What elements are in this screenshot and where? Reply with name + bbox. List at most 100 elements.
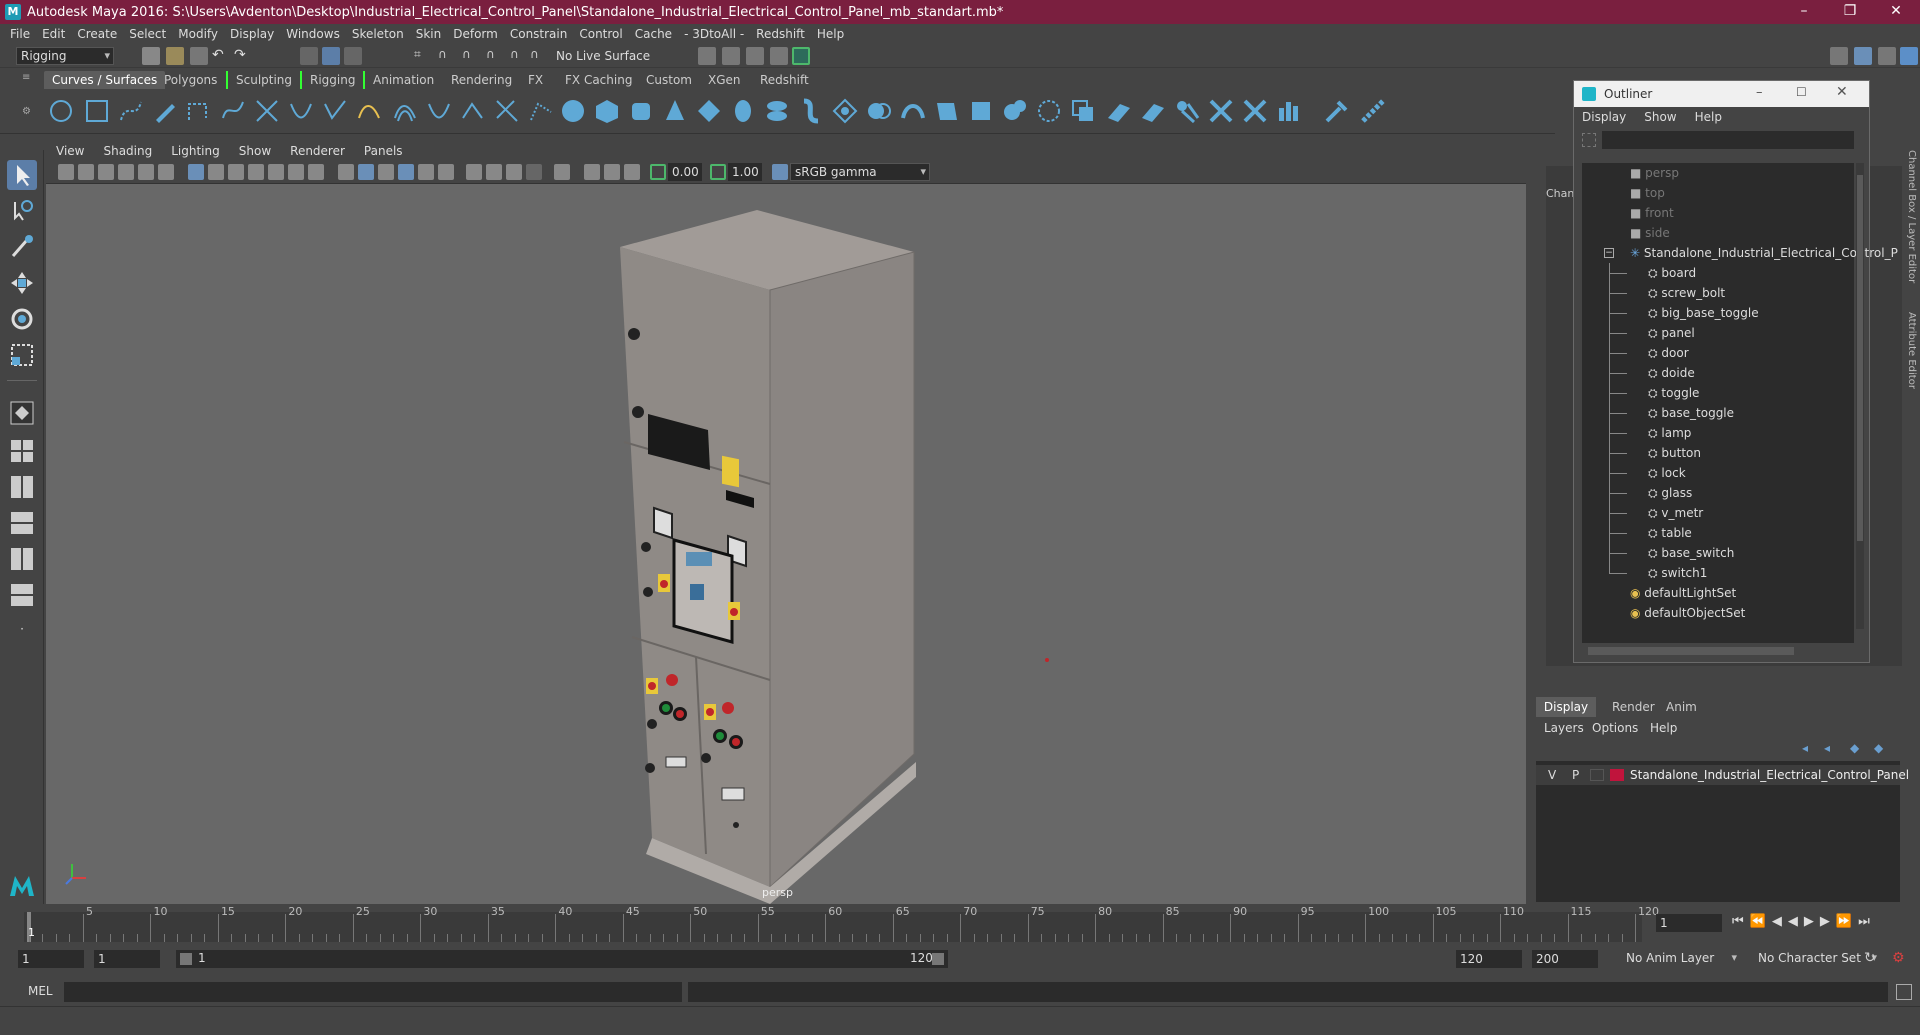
play-backward-icon[interactable]: ◀	[1788, 914, 1804, 929]
scale-tool-icon[interactable]	[7, 340, 37, 370]
animation-start-field[interactable]: 1	[18, 950, 84, 968]
outliner-item-big-base-toggle[interactable]: ⛭ big_base_toggle	[1648, 303, 1759, 323]
menu-edit[interactable]: Edit	[42, 27, 65, 41]
outliner-search-input[interactable]	[1602, 131, 1854, 149]
menu-display[interactable]: Display	[230, 27, 274, 41]
outliner-item-doide[interactable]: ⛭ doide	[1648, 363, 1695, 383]
more-layouts-icon[interactable]: ·	[7, 616, 37, 646]
outliner-item-lamp[interactable]: ⛭ lamp	[1648, 423, 1691, 443]
outliner-item-base-toggle[interactable]: ⛭ base_toggle	[1648, 403, 1734, 423]
camera-attributes-icon[interactable]	[78, 164, 94, 180]
layer-playback-toggle[interactable]: P	[1572, 768, 1579, 782]
smooth-shade-icon[interactable]	[358, 164, 374, 180]
outliner-item-camera[interactable]: ■ side	[1630, 223, 1670, 243]
snap-curve-icon[interactable]: ∩	[438, 47, 456, 65]
outliner-close-icon[interactable]: ✕	[1836, 84, 1848, 100]
outliner-item-button[interactable]: ⛭ button	[1648, 443, 1701, 463]
viewport-perspective[interactable]: persp	[46, 142, 1526, 904]
loft-icon[interactable]	[832, 98, 858, 124]
detach-surfaces-icon[interactable]	[1242, 98, 1268, 124]
playback-start-field[interactable]: 1	[94, 950, 160, 968]
move-layer-up-icon[interactable]: ◂	[1802, 741, 1816, 755]
menu-create[interactable]: Create	[77, 27, 117, 41]
select-component-icon[interactable]	[344, 47, 362, 65]
untrim-icon[interactable]	[1174, 98, 1200, 124]
grease-pencil-icon[interactable]	[158, 164, 174, 180]
hypershade-icon[interactable]	[770, 47, 788, 65]
outliner-maximize-icon[interactable]: ☐	[1796, 85, 1807, 99]
attach-surfaces-icon[interactable]	[1208, 98, 1234, 124]
field-chart-icon[interactable]	[268, 164, 284, 180]
shadows-icon[interactable]	[466, 164, 482, 180]
command-language-label[interactable]: MEL	[28, 984, 53, 998]
bevel-icon[interactable]	[1002, 98, 1028, 124]
safe-action-icon[interactable]	[288, 164, 304, 180]
image-plane-icon[interactable]	[118, 164, 134, 180]
single-perspective-layout-icon[interactable]	[7, 398, 37, 428]
tab-render[interactable]: Render	[1606, 697, 1661, 717]
attribute-editor-toggle-icon[interactable]	[1854, 47, 1872, 65]
nurbs-cylinder-icon[interactable]	[628, 98, 654, 124]
layer-type-toggle[interactable]	[1590, 769, 1604, 781]
insert-knot-icon[interactable]	[322, 98, 348, 124]
attach-curves-icon[interactable]	[254, 98, 280, 124]
nurbs-plane-icon[interactable]	[696, 98, 722, 124]
intersect-surfaces-icon[interactable]	[1106, 98, 1132, 124]
tab-anim[interactable]: Anim	[1660, 697, 1703, 717]
script-editor-icon[interactable]	[1896, 984, 1912, 1000]
tab-rigging[interactable]: Rigging	[300, 71, 366, 89]
outliner-item-door[interactable]: ⛭ door	[1648, 343, 1689, 363]
new-layer-icon[interactable]: ◆	[1850, 741, 1864, 755]
outliner-minimize-icon[interactable]: –	[1756, 85, 1763, 100]
step-back-frame-icon[interactable]: ◀	[1772, 914, 1788, 929]
menu-redshift[interactable]: Redshift	[756, 27, 805, 41]
extend-curve-icon[interactable]	[356, 98, 382, 124]
command-input[interactable]	[64, 982, 682, 1002]
range-start-handle[interactable]	[180, 953, 192, 965]
planar-icon[interactable]	[866, 98, 892, 124]
outliner-item-switch1[interactable]: ⛭ switch1	[1648, 563, 1707, 583]
viewport-menu-shading[interactable]: Shading	[103, 144, 152, 158]
default-material-icon[interactable]	[378, 164, 394, 180]
play-forward-icon[interactable]: ▶	[1804, 914, 1820, 929]
menu-constrain[interactable]: Constrain	[510, 27, 568, 41]
anim-layer-dropdown[interactable]: No Anim Layer	[1622, 950, 1740, 968]
resolution-gate-icon[interactable]	[228, 164, 244, 180]
ep-curve-icon[interactable]	[186, 98, 212, 124]
outliner-item-set[interactable]: ◉ defaultObjectSet	[1630, 603, 1745, 623]
project-curve-icon[interactable]	[1070, 98, 1096, 124]
outliner-item-camera[interactable]: ■ front	[1630, 203, 1674, 223]
snap-grid-icon[interactable]: ⌗	[414, 47, 432, 65]
nurbs-sphere-icon[interactable]	[560, 98, 586, 124]
motion-blur-icon[interactable]	[506, 164, 522, 180]
isolate-select-icon[interactable]	[554, 164, 570, 180]
film-gate-icon[interactable]	[208, 164, 224, 180]
persp-outliner-layout-icon[interactable]	[7, 472, 37, 502]
tab-rendering[interactable]: Rendering	[443, 71, 520, 89]
offset-curve-icon[interactable]	[392, 98, 418, 124]
go-to-end-icon[interactable]: ⏭	[1858, 914, 1876, 929]
viewport-menu-renderer[interactable]: Renderer	[290, 144, 345, 158]
snap-view-icon[interactable]: ∩	[486, 47, 504, 65]
tab-animation[interactable]: Animation	[365, 71, 442, 89]
layer-name[interactable]: Standalone_Industrial_Electrical_Control…	[1630, 768, 1909, 782]
curve-editing-icon[interactable]	[494, 98, 520, 124]
textured-icon[interactable]	[418, 164, 434, 180]
maximize-icon[interactable]: ❐	[1828, 0, 1872, 24]
rebuild-curve-icon[interactable]	[426, 98, 452, 124]
birail-icon[interactable]	[900, 98, 926, 124]
persp-graph-hypergraph-layout-icon[interactable]	[7, 544, 37, 574]
menu-file[interactable]: File	[10, 27, 30, 41]
grid-icon[interactable]	[188, 164, 204, 180]
redo-icon[interactable]: ↷	[234, 47, 252, 65]
select-object-icon[interactable]	[322, 47, 340, 65]
tab-display[interactable]: Display	[1536, 697, 1596, 717]
new-scene-icon[interactable]	[142, 47, 160, 65]
surface-editing-icon[interactable]	[1360, 98, 1386, 124]
tab-fx-caching[interactable]: FX Caching	[557, 71, 640, 89]
tab-xgen[interactable]: XGen	[700, 71, 749, 89]
four-view-layout-icon[interactable]	[7, 436, 37, 466]
move-layer-down-icon[interactable]: ◂	[1824, 741, 1838, 755]
outliner-item-camera[interactable]: ■ persp	[1630, 163, 1679, 183]
viewport-menu-show[interactable]: Show	[239, 144, 271, 158]
